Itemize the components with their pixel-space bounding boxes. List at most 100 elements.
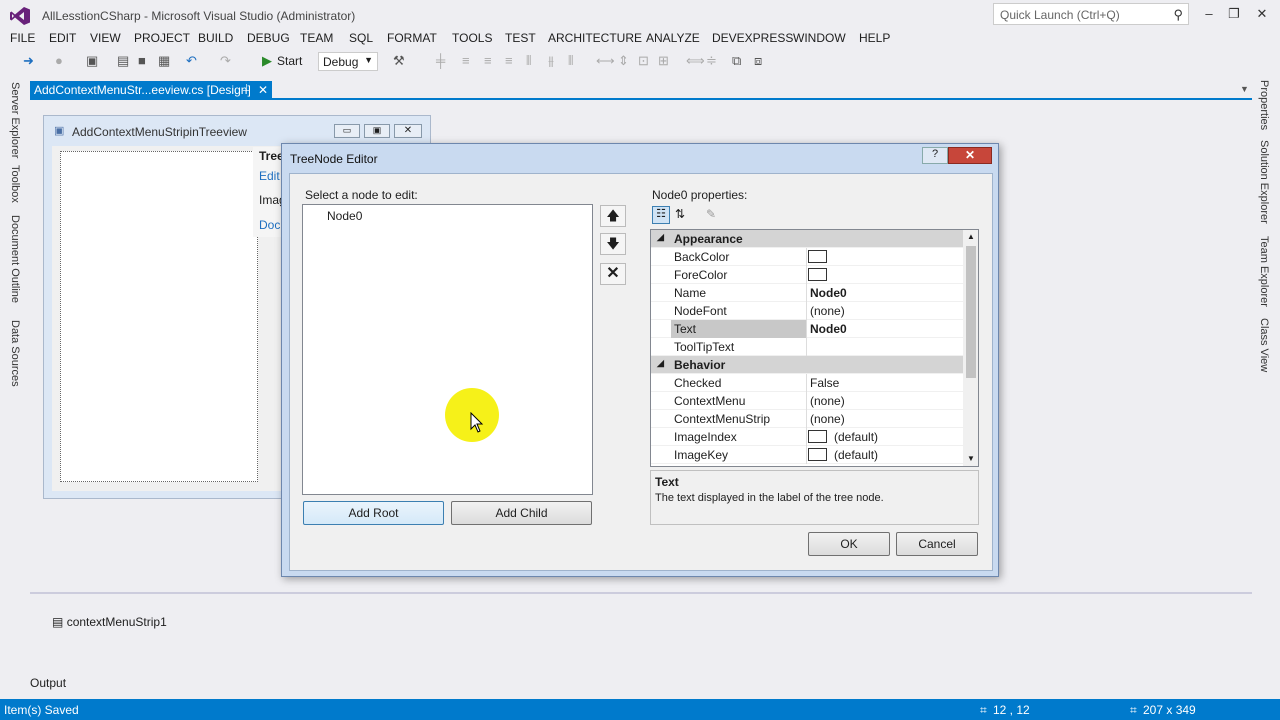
- menu-edit[interactable]: EDIT: [49, 31, 76, 45]
- align-lefts-icon[interactable]: ≡: [462, 53, 470, 68]
- minimize-button[interactable]: ‒: [1195, 4, 1223, 24]
- forward-icon[interactable]: ●: [55, 53, 63, 68]
- menu-window[interactable]: WINDOW: [793, 31, 846, 45]
- align-middles-icon[interactable]: ⫵: [548, 53, 554, 69]
- treeview-control[interactable]: [60, 151, 258, 482]
- property-row-checked[interactable]: Checked False: [651, 374, 963, 392]
- collapse-icon[interactable]: ◢: [657, 232, 664, 243]
- close-window-button[interactable]: ✕: [1248, 4, 1276, 24]
- size-to-grid-icon[interactable]: ⊞: [658, 53, 669, 69]
- menu-debug[interactable]: DEBUG: [247, 31, 290, 45]
- menu-project[interactable]: PROJECT: [134, 31, 190, 45]
- save-all-icon[interactable]: ▦: [158, 53, 170, 69]
- property-row-forecolor[interactable]: ForeColor: [651, 266, 963, 284]
- move-up-button[interactable]: 🡅: [600, 205, 626, 227]
- menu-sql[interactable]: SQL: [349, 31, 373, 45]
- property-row-nodefont[interactable]: NodeFont (none): [651, 302, 963, 320]
- align-tops-icon[interactable]: ⫴: [526, 53, 531, 69]
- property-value[interactable]: (none): [810, 412, 845, 426]
- category-row-appearance[interactable]: ◢ Appearance: [651, 230, 963, 248]
- add-root-button[interactable]: Add Root: [303, 501, 444, 525]
- move-down-button[interactable]: 🡇: [600, 233, 626, 255]
- collapse-icon[interactable]: ◢: [657, 358, 664, 369]
- property-value[interactable]: (none): [810, 304, 845, 318]
- vertical-spacing-icon[interactable]: ≑: [706, 53, 717, 69]
- scroll-up-icon[interactable]: ▲: [967, 232, 975, 241]
- menu-file[interactable]: FILE: [10, 31, 35, 45]
- menu-analyze[interactable]: ANALYZE: [646, 31, 700, 45]
- help-button[interactable]: ?: [922, 147, 948, 164]
- property-value[interactable]: (default): [834, 430, 878, 444]
- cancel-button[interactable]: Cancel: [896, 532, 978, 556]
- server-explorer-tab[interactable]: Server Explorer: [9, 82, 21, 158]
- dialog-close-button[interactable]: ✕: [948, 147, 992, 164]
- pin-icon[interactable]: ⊥: [242, 83, 251, 94]
- align-centers-icon[interactable]: ≡: [484, 53, 492, 68]
- property-row-backcolor[interactable]: BackColor: [651, 248, 963, 266]
- find-in-files-icon[interactable]: ⚒: [393, 53, 405, 69]
- menu-architecture[interactable]: ARCHITECTURE: [548, 31, 642, 45]
- menu-view[interactable]: VIEW: [90, 31, 121, 45]
- context-menu-strip-component[interactable]: ▤ contextMenuStrip1: [52, 615, 167, 629]
- undo-icon[interactable]: ↶: [186, 53, 197, 69]
- menu-devexpress[interactable]: DEVEXPRESS: [712, 31, 793, 45]
- property-grid-scrollbar[interactable]: ▲ ▼: [963, 230, 978, 466]
- menu-help[interactable]: HELP: [859, 31, 890, 45]
- delete-node-button[interactable]: ✕: [600, 263, 626, 285]
- align-to-grid-icon[interactable]: ╪: [436, 53, 445, 68]
- property-row-tooltiptext[interactable]: ToolTipText: [651, 338, 963, 356]
- horizontal-spacing-icon[interactable]: ⟺: [686, 53, 705, 69]
- open-file-icon[interactable]: ▤: [117, 53, 129, 69]
- ok-button[interactable]: OK: [808, 532, 890, 556]
- align-bottoms-icon[interactable]: ⫴: [568, 53, 573, 69]
- tree-node[interactable]: Node0: [327, 209, 362, 223]
- property-row-imagekey[interactable]: ImageKey (default): [651, 446, 963, 464]
- smart-tag-dock-link[interactable]: Doc: [259, 218, 280, 232]
- tab-overflow-icon[interactable]: ▼: [1240, 84, 1249, 94]
- quick-launch-input[interactable]: Quick Launch (Ctrl+Q) ⚲: [993, 3, 1189, 25]
- property-row-imageindex[interactable]: ImageIndex (default): [651, 428, 963, 446]
- data-sources-tab[interactable]: Data Sources: [9, 320, 21, 387]
- send-to-back-icon[interactable]: ⧈: [754, 53, 762, 69]
- menu-format[interactable]: FORMAT: [387, 31, 437, 45]
- properties-tab[interactable]: Properties: [1258, 80, 1270, 130]
- start-button[interactable]: Start: [277, 54, 302, 68]
- team-explorer-tab[interactable]: Team Explorer: [1258, 236, 1270, 307]
- menu-team[interactable]: TEAM: [300, 31, 333, 45]
- class-view-tab[interactable]: Class View: [1258, 318, 1270, 372]
- output-tab[interactable]: Output: [30, 676, 66, 690]
- menu-tools[interactable]: TOOLS: [452, 31, 492, 45]
- save-icon[interactable]: ■: [138, 53, 146, 68]
- solution-config-dropdown[interactable]: Debug ▼: [318, 52, 378, 71]
- redo-icon[interactable]: ↷: [220, 53, 231, 69]
- start-icon[interactable]: ▶: [262, 53, 272, 69]
- property-pages-icon[interactable]: ✎: [706, 207, 716, 221]
- make-same-width-icon[interactable]: ⟷: [596, 53, 615, 69]
- close-tab-icon[interactable]: ✕: [258, 83, 268, 97]
- restore-button[interactable]: ❐: [1220, 4, 1248, 24]
- alphabetical-icon[interactable]: ⇅: [675, 207, 685, 221]
- back-icon[interactable]: ➜: [23, 53, 34, 69]
- property-row-contextmenu[interactable]: ContextMenu (none): [651, 392, 963, 410]
- category-row-behavior[interactable]: ◢ Behavior: [651, 356, 963, 374]
- make-same-height-icon[interactable]: ⇕: [618, 53, 629, 69]
- smart-tag-edit-link[interactable]: Edit: [259, 169, 280, 183]
- bring-to-front-icon[interactable]: ⧉: [732, 53, 741, 69]
- menu-test[interactable]: TEST: [505, 31, 536, 45]
- toolbox-tab[interactable]: Toolbox: [9, 165, 21, 203]
- property-row-contextmenustrip[interactable]: ContextMenuStrip (none): [651, 410, 963, 428]
- property-value[interactable]: Node0: [810, 286, 847, 300]
- treeview-smart-tag-panel[interactable]: Tree Edit Imag Doc: [253, 147, 286, 237]
- add-child-button[interactable]: Add Child: [451, 501, 592, 525]
- property-value[interactable]: (none): [810, 394, 845, 408]
- document-tab-design[interactable]: AddContextMenuStr...eeview.cs [Design] ⊥…: [30, 81, 272, 99]
- solution-explorer-tab[interactable]: Solution Explorer: [1258, 140, 1270, 224]
- scroll-down-icon[interactable]: ▼: [967, 454, 975, 463]
- node-tree-view[interactable]: Node0: [302, 204, 593, 495]
- property-row-name[interactable]: Name Node0: [651, 284, 963, 302]
- property-value[interactable]: Node0: [810, 322, 847, 336]
- document-outline-tab[interactable]: Document Outline: [9, 215, 21, 303]
- align-rights-icon[interactable]: ≡: [505, 53, 513, 68]
- property-grid[interactable]: ◢ Appearance BackColor ForeColor Name No…: [650, 229, 979, 467]
- property-value[interactable]: (default): [834, 448, 878, 462]
